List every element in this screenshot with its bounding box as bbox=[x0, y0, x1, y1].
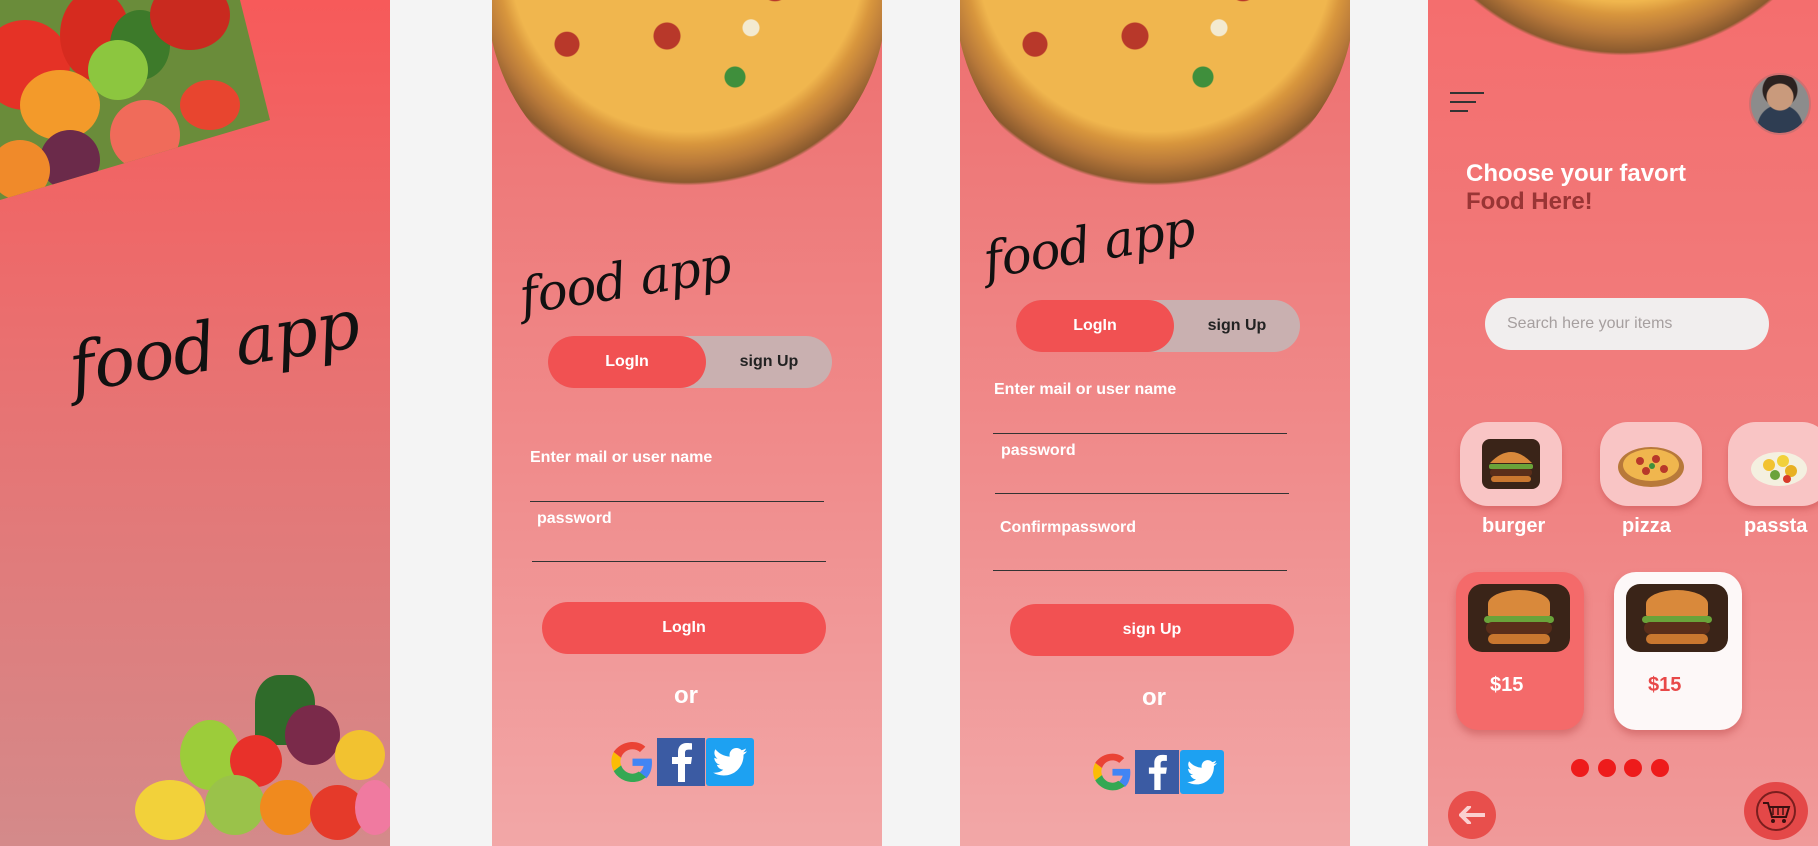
menu-icon[interactable] bbox=[1450, 92, 1484, 119]
arrow-left-icon bbox=[1459, 806, 1485, 824]
category-pasta[interactable] bbox=[1728, 422, 1818, 506]
pizza-image bbox=[960, 0, 1350, 215]
price-label: $15 bbox=[1648, 674, 1682, 696]
pasta-icon bbox=[1751, 452, 1807, 486]
burger-image bbox=[1626, 584, 1728, 652]
pagination-dot[interactable] bbox=[1624, 759, 1642, 777]
pagination-dot[interactable] bbox=[1598, 759, 1616, 777]
page-title: Choose your favort Food Here! bbox=[1466, 160, 1686, 216]
or-divider: or bbox=[674, 682, 698, 709]
twitter-icon[interactable] bbox=[1180, 750, 1224, 794]
cart-icon bbox=[1756, 791, 1796, 831]
confirm-password-label: Confirmpassword bbox=[1000, 519, 1137, 536]
app-logo: food app bbox=[63, 284, 365, 409]
avatar[interactable] bbox=[1749, 73, 1811, 135]
email-label: Enter mail or user name bbox=[530, 449, 713, 466]
pagination-dot[interactable] bbox=[1571, 759, 1589, 777]
facebook-icon[interactable] bbox=[657, 738, 705, 786]
pizza-image bbox=[492, 0, 882, 215]
confirm-password-field[interactable] bbox=[993, 540, 1287, 571]
vegetables-image bbox=[0, 0, 270, 200]
back-button[interactable] bbox=[1448, 791, 1496, 839]
email-field[interactable] bbox=[530, 471, 824, 502]
app-logo: food app bbox=[515, 235, 735, 326]
burger-icon bbox=[1482, 439, 1540, 489]
signup-button[interactable]: sign Up bbox=[1010, 604, 1294, 656]
food-card[interactable]: $15 bbox=[1614, 572, 1742, 730]
or-divider: or bbox=[1142, 684, 1166, 711]
title-line-1: Choose your favort bbox=[1466, 160, 1687, 187]
burger-image bbox=[1468, 584, 1570, 652]
password-label: password bbox=[537, 510, 612, 527]
email-label: Enter mail or user name bbox=[994, 381, 1177, 398]
email-field[interactable] bbox=[993, 403, 1287, 434]
password-field[interactable] bbox=[995, 463, 1289, 494]
google-icon[interactable] bbox=[1090, 750, 1134, 794]
google-icon[interactable] bbox=[608, 738, 656, 786]
password-field[interactable] bbox=[532, 531, 826, 562]
category-label: passta bbox=[1744, 515, 1808, 537]
category-pizza[interactable] bbox=[1600, 422, 1702, 506]
password-label: password bbox=[1001, 442, 1076, 459]
search-input[interactable] bbox=[1485, 298, 1769, 350]
pizza-banner-image bbox=[1428, 0, 1818, 62]
tab-login[interactable]: LogIn bbox=[1016, 300, 1174, 352]
splash-screen: food app bbox=[0, 0, 390, 846]
price-label: $15 bbox=[1490, 674, 1524, 696]
fruit-basket-image bbox=[135, 675, 390, 846]
food-card[interactable]: $15 bbox=[1456, 572, 1584, 730]
auth-toggle: LogIn sign Up bbox=[548, 336, 832, 388]
pizza-icon bbox=[1618, 447, 1684, 487]
twitter-icon[interactable] bbox=[706, 738, 754, 786]
tab-signup[interactable]: sign Up bbox=[706, 336, 832, 388]
home-screen: Choose your favort Food Here! burger piz… bbox=[1428, 0, 1818, 846]
tab-login[interactable]: LogIn bbox=[548, 336, 706, 388]
social-login bbox=[1090, 750, 1224, 794]
login-button[interactable]: LogIn bbox=[542, 602, 826, 654]
login-screen: food app LogIn sign Up Enter mail or use… bbox=[492, 0, 882, 846]
signup-screen: food app LogIn sign Up Enter mail or use… bbox=[960, 0, 1350, 846]
facebook-icon[interactable] bbox=[1135, 750, 1179, 794]
title-line-2: Food Here! bbox=[1466, 188, 1593, 215]
social-login bbox=[608, 738, 754, 786]
category-burger[interactable] bbox=[1460, 422, 1562, 506]
cart-button[interactable] bbox=[1744, 782, 1808, 840]
pagination-dot[interactable] bbox=[1651, 759, 1669, 777]
category-label: pizza bbox=[1622, 515, 1671, 537]
tab-signup[interactable]: sign Up bbox=[1174, 300, 1300, 352]
auth-toggle: LogIn sign Up bbox=[1016, 300, 1300, 352]
category-label: burger bbox=[1482, 515, 1546, 537]
